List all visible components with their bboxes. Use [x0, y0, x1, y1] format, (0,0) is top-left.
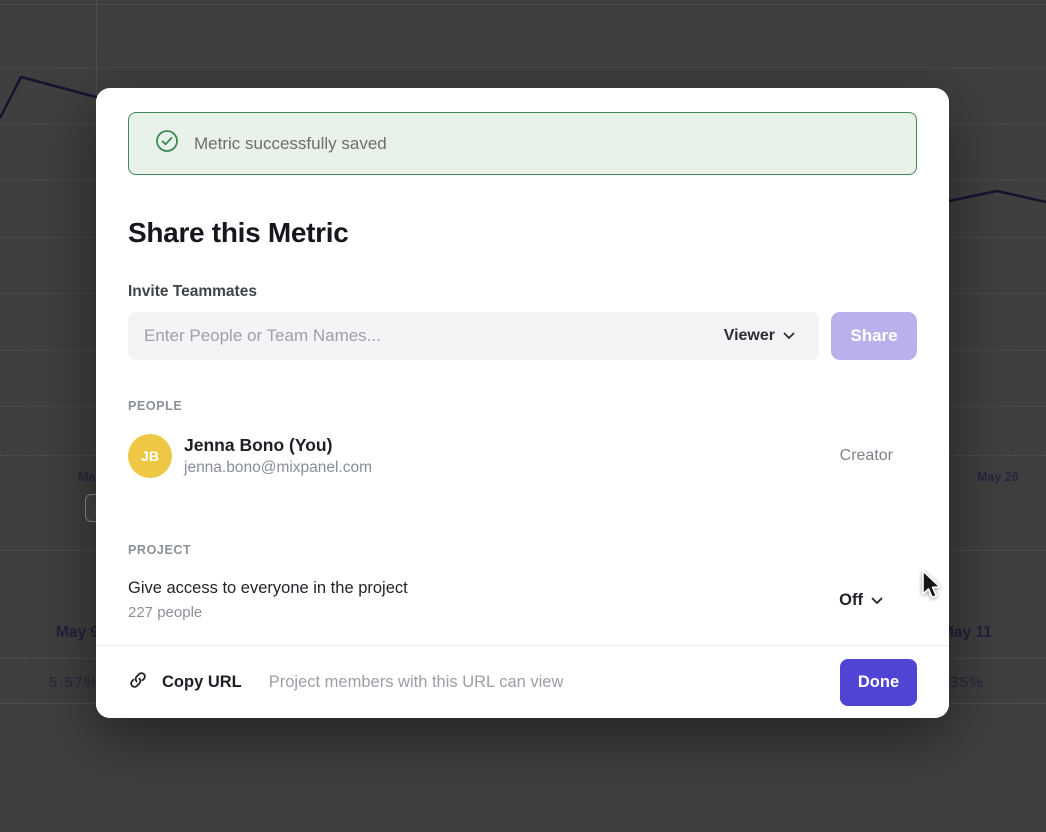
copy-url-button[interactable]: Copy URL [128, 670, 242, 695]
mouse-cursor [920, 570, 946, 605]
role-dropdown-value: Viewer [724, 327, 775, 345]
invite-teammates-label: Invite Teammates [128, 283, 917, 301]
share-metric-modal: Metric successfully saved Share this Met… [96, 88, 949, 718]
project-access-text: Give access to everyone in the project 2… [128, 577, 408, 623]
project-access-row: Give access to everyone in the project 2… [128, 577, 917, 623]
x-axis-label-right: May 26 [977, 470, 1019, 484]
project-access-title: Give access to everyone in the project [128, 577, 408, 599]
copy-url-label: Copy URL [162, 673, 242, 692]
role-dropdown[interactable]: Viewer [724, 327, 795, 345]
member-role-label: Creator [840, 447, 893, 465]
chevron-down-icon [783, 327, 795, 345]
link-icon [128, 670, 148, 695]
member-row: JB Jenna Bono (You) jenna.bono@mixpanel.… [128, 434, 917, 478]
project-access-dropdown[interactable]: Off [839, 591, 883, 610]
project-access-value: Off [839, 591, 863, 610]
avatar: JB [128, 434, 172, 478]
success-check-icon [155, 129, 179, 158]
people-section-label: PEOPLE [128, 399, 917, 414]
member-identity: Jenna Bono (You) jenna.bono@mixpanel.com [184, 434, 372, 478]
member-name: Jenna Bono (You) [184, 434, 372, 456]
done-button[interactable]: Done [840, 659, 917, 706]
modal-title: Share this Metric [128, 218, 917, 248]
invite-input-container: Viewer [128, 312, 819, 360]
invite-row: Viewer Share [128, 312, 917, 360]
share-button[interactable]: Share [831, 312, 917, 360]
table-header-left: May 9 [40, 624, 99, 642]
invite-people-input[interactable] [144, 326, 724, 346]
x-axis-label-left: Ma [78, 470, 95, 484]
table-value-right: 35% [950, 674, 985, 691]
app-window: Ma May 26 1 May 9 May 11 5.57% 35% Metri… [0, 0, 1046, 832]
member-email: jenna.bono@mixpanel.com [184, 458, 372, 478]
success-banner: Metric successfully saved [128, 112, 917, 175]
copy-url-hint: Project members with this URL can view [269, 673, 564, 692]
modal-footer: Copy URL Project members with this URL c… [96, 645, 949, 718]
table-value-left: 5.57% [40, 674, 99, 691]
success-banner-message: Metric successfully saved [194, 134, 387, 154]
project-section-label: PROJECT [128, 543, 917, 558]
project-member-count: 227 people [128, 603, 408, 623]
chevron-down-icon [871, 591, 883, 610]
